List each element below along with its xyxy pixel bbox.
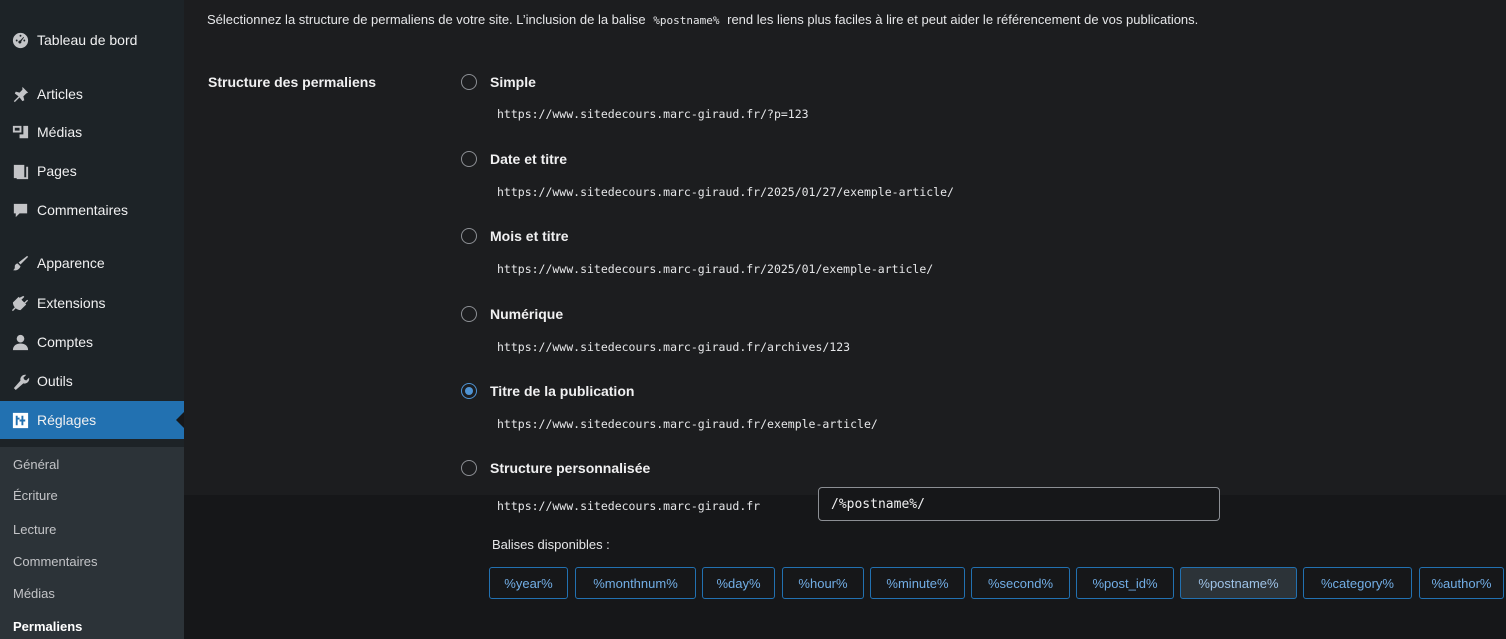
admin-sidebar: Tableau de bord Articles Médias Pages Co…	[0, 0, 184, 639]
option-label: Titre de la publication	[490, 383, 635, 399]
option-url: https://www.sitedecours.marc-giraud.fr/?…	[497, 107, 809, 121]
menu-tools[interactable]: Outils	[0, 362, 184, 400]
pin-icon	[3, 85, 37, 104]
menu-articles[interactable]: Articles	[0, 75, 184, 113]
menu-extensions[interactable]: Extensions	[0, 284, 184, 322]
users-icon	[3, 333, 37, 352]
permalinks-intro: Sélectionnez la structure de permaliens …	[207, 12, 1198, 27]
menu-settings[interactable]: Réglages	[0, 401, 184, 439]
option-label: Mois et titre	[490, 228, 569, 244]
submenu-media[interactable]: Médias	[13, 586, 55, 601]
tag-year-button[interactable]: %year%	[489, 567, 568, 599]
menu-label: Commentaires	[37, 202, 129, 218]
menu-pages[interactable]: Pages	[0, 152, 184, 190]
option-url: https://www.sitedecours.marc-giraud.fr/2…	[497, 185, 954, 199]
dashboard-icon	[3, 31, 37, 50]
menu-comments[interactable]: Commentaires	[0, 191, 184, 229]
menu-label: Médias	[37, 124, 83, 140]
option-label: Simple	[490, 74, 536, 90]
radio-numeric[interactable]	[461, 306, 477, 322]
option-label: Numérique	[490, 306, 564, 322]
submenu-general[interactable]: Général	[13, 457, 59, 472]
submenu-reading[interactable]: Lecture	[13, 522, 56, 537]
menu-label: Réglages	[37, 412, 97, 428]
intro-text-end: rend les liens plus faciles à lire et pe…	[727, 12, 1199, 27]
option-month-title[interactable]: Mois et titre	[461, 228, 569, 244]
tag-category-button[interactable]: %category%	[1303, 567, 1412, 599]
option-simple[interactable]: Simple	[461, 74, 536, 90]
brush-icon	[3, 254, 37, 273]
menu-label: Outils	[37, 373, 73, 389]
settings-submenu: Général Écriture Lecture Commentaires Mé…	[0, 447, 184, 639]
tag-author-button[interactable]: %author%	[1419, 567, 1504, 599]
menu-label: Comptes	[37, 334, 94, 350]
menu-label: Extensions	[37, 295, 106, 311]
submenu-writing[interactable]: Écriture	[13, 488, 58, 503]
comment-icon	[3, 201, 37, 220]
submenu-permalinks[interactable]: Permaliens	[13, 619, 82, 634]
custom-structure-input[interactable]	[818, 487, 1220, 521]
option-url: https://www.sitedecours.marc-giraud.fr/a…	[497, 340, 851, 354]
option-numeric[interactable]: Numérique	[461, 306, 563, 322]
menu-label: Pages	[37, 163, 77, 179]
radio-month-title[interactable]	[461, 228, 477, 244]
tag-minute-button[interactable]: %minute%	[870, 567, 965, 599]
tag-monthnum-button[interactable]: %monthnum%	[575, 567, 696, 599]
tag-day-button[interactable]: %day%	[702, 567, 775, 599]
custom-url-prefix: https://www.sitedecours.marc-giraud.fr	[497, 499, 761, 513]
intro-tag: %postname%	[653, 14, 720, 27]
radio-checked-dot	[465, 387, 473, 395]
menu-label: Apparence	[37, 255, 105, 271]
menu-label: Articles	[37, 86, 83, 102]
submenu-comments[interactable]: Commentaires	[13, 554, 98, 569]
tag-post-id-button[interactable]: %post_id%	[1076, 567, 1174, 599]
tag-hour-button[interactable]: %hour%	[782, 567, 864, 599]
pages-icon	[3, 162, 37, 181]
option-post-name[interactable]: Titre de la publication	[461, 383, 634, 399]
wrench-icon	[3, 372, 37, 391]
tag-postname-button[interactable]: %postname%	[1180, 567, 1297, 599]
radio-simple[interactable]	[461, 74, 477, 90]
permalink-structure-label: Structure des permaliens	[208, 74, 377, 90]
radio-post-name[interactable]	[461, 383, 477, 399]
option-url: https://www.sitedecours.marc-giraud.fr/2…	[497, 262, 934, 276]
menu-label: Tableau de bord	[37, 32, 138, 48]
option-date-title[interactable]: Date et titre	[461, 151, 567, 167]
radio-date-title[interactable]	[461, 151, 477, 167]
radio-custom[interactable]	[461, 460, 477, 476]
option-url: https://www.sitedecours.marc-giraud.fr/e…	[497, 417, 878, 431]
menu-appearance[interactable]: Apparence	[0, 244, 184, 282]
menu-accounts[interactable]: Comptes	[0, 323, 184, 361]
option-custom[interactable]: Structure personnalisée	[461, 460, 650, 476]
tag-second-button[interactable]: %second%	[971, 567, 1070, 599]
menu-dashboard[interactable]: Tableau de bord	[0, 21, 184, 59]
option-label: Date et titre	[490, 151, 568, 167]
available-tags-label: Balises disponibles :	[492, 537, 610, 552]
intro-text: Sélectionnez la structure de permaliens …	[207, 12, 646, 27]
settings-icon	[3, 411, 37, 430]
menu-medias[interactable]: Médias	[0, 113, 184, 151]
media-icon	[3, 123, 37, 142]
option-label: Structure personnalisée	[490, 460, 651, 476]
plugin-icon	[3, 294, 37, 313]
